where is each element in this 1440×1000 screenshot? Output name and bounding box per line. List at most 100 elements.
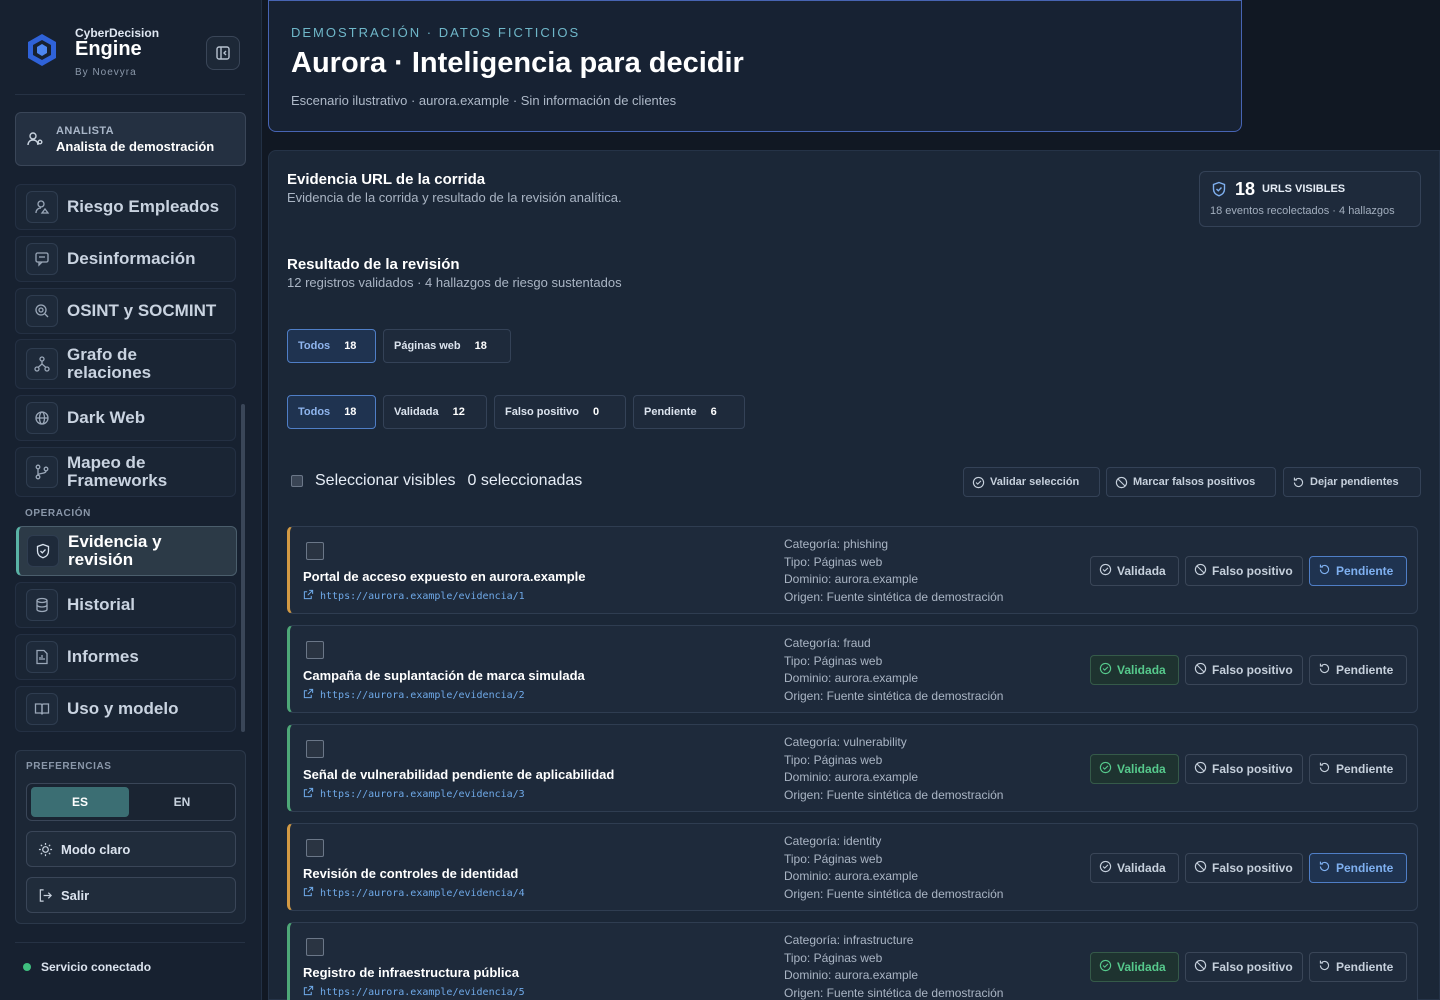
language-es-button[interactable]: ES <box>31 787 129 817</box>
external-link-icon <box>303 688 314 702</box>
false-positive-label: Falso positivo <box>1212 861 1293 875</box>
filter-label: Todos <box>298 340 331 352</box>
validate-selection-button[interactable]: Validar selección <box>963 467 1100 497</box>
sidebar-item-riesgo-empleados[interactable]: Riesgo Empleados <box>15 184 236 230</box>
search-zoom-icon <box>26 295 58 327</box>
sidebar-item-label: Historial <box>67 595 136 614</box>
sidebar-scrollbar[interactable] <box>241 404 245 732</box>
row-url-link[interactable]: https://aurora.example/evidencia/2 <box>303 688 525 702</box>
collapse-sidebar-button[interactable] <box>206 36 240 70</box>
evidence-row[interactable]: Campaña de suplantación de marca simulad… <box>287 625 1418 713</box>
sidebar-item-dark-web[interactable]: Dark Web <box>15 395 236 441</box>
row-url[interactable]: https://aurora.example/evidencia/2 <box>320 690 525 701</box>
row-url[interactable]: https://aurora.example/evidencia/5 <box>320 987 525 998</box>
light-mode-label: Modo claro <box>61 841 131 857</box>
row-pending-button[interactable]: Pendiente <box>1309 655 1407 685</box>
analyst-card[interactable]: ANALISTA Analista de demostración <box>15 112 246 166</box>
row-title: Registro de infraestructura pública <box>303 965 519 980</box>
row-validate-button[interactable]: Validada <box>1090 655 1179 685</box>
row-origin: Origen: Fuente sintética de demostración <box>784 689 1004 704</box>
row-title: Señal de vulnerabilidad pendiente de apl… <box>303 767 615 782</box>
report-icon <box>26 641 58 673</box>
status-filter-todos[interactable]: Todos 18 <box>287 395 376 429</box>
row-url-link[interactable]: https://aurora.example/evidencia/4 <box>303 886 525 900</box>
row-url-link[interactable]: https://aurora.example/evidencia/3 <box>303 787 525 801</box>
user-risk-icon <box>26 191 58 223</box>
row-false-positive-button[interactable]: Falso positivo <box>1185 556 1303 586</box>
page-eyebrow: DEMOSTRACIÓN · DATOS FICTICIOS <box>291 25 581 40</box>
row-url[interactable]: https://aurora.example/evidencia/4 <box>320 888 525 899</box>
row-domain: Dominio: aurora.example <box>784 869 919 884</box>
pending-label: Pendiente <box>1336 564 1394 578</box>
mark-false-positives-button[interactable]: Marcar falsos positivos <box>1106 467 1276 497</box>
sidebar-item-desinformacion[interactable]: Desinformación <box>15 236 236 282</box>
row-false-positive-button[interactable]: Falso positivo <box>1185 853 1303 883</box>
row-domain: Dominio: aurora.example <box>784 770 919 785</box>
row-false-positive-button[interactable]: Falso positivo <box>1185 754 1303 784</box>
row-url-link[interactable]: https://aurora.example/evidencia/1 <box>303 589 525 603</box>
sidebar-item-label: Dark Web <box>67 408 146 427</box>
row-pending-button[interactable]: Pendiente <box>1309 952 1407 982</box>
light-mode-button[interactable]: Modo claro <box>26 831 236 867</box>
leave-pending-button[interactable]: Dejar pendientes <box>1283 467 1421 497</box>
type-filter-todos[interactable]: Todos 18 <box>287 329 376 363</box>
row-validate-button[interactable]: Validada <box>1090 853 1179 883</box>
evidence-row[interactable]: Portal de acceso expuesto en aurora.exam… <box>287 526 1418 614</box>
logout-button[interactable]: Salir <box>26 877 236 913</box>
rotate-icon <box>1293 477 1304 487</box>
validate-label: Validada <box>1117 762 1166 776</box>
ban-icon <box>1194 563 1207 579</box>
language-en-button[interactable]: EN <box>133 787 231 817</box>
evidence-row[interactable]: Señal de vulnerabilidad pendiente de apl… <box>287 724 1418 812</box>
branch-icon <box>26 456 58 488</box>
row-validate-button[interactable]: Validada <box>1090 556 1179 586</box>
row-false-positive-button[interactable]: Falso positivo <box>1185 952 1303 982</box>
ban-icon <box>1115 476 1128 488</box>
row-url[interactable]: https://aurora.example/evidencia/3 <box>320 789 525 800</box>
row-checkbox[interactable] <box>306 740 324 758</box>
select-visible-checkbox[interactable] <box>291 475 303 487</box>
row-checkbox[interactable] <box>306 839 324 857</box>
row-url[interactable]: https://aurora.example/evidencia/1 <box>320 591 525 602</box>
filter-label: Falso positivo <box>505 406 579 418</box>
sidebar-item-informes[interactable]: Informes <box>15 634 236 680</box>
row-false-positive-button[interactable]: Falso positivo <box>1185 655 1303 685</box>
row-url-link[interactable]: https://aurora.example/evidencia/5 <box>303 985 525 999</box>
filter-count: 18 <box>344 340 357 352</box>
select-visible-label[interactable]: Seleccionar visibles <box>315 472 456 490</box>
sidebar-item-frameworks[interactable]: Mapeo de Frameworks <box>15 447 236 497</box>
check-circle-icon <box>1099 662 1112 678</box>
mark-false-positives-label: Marcar falsos positivos <box>1133 476 1256 488</box>
row-checkbox[interactable] <box>306 938 324 956</box>
false-positive-label: Falso positivo <box>1212 564 1293 578</box>
external-link-icon <box>303 787 314 801</box>
row-checkbox[interactable] <box>306 641 324 659</box>
row-pending-button[interactable]: Pendiente <box>1309 853 1407 883</box>
evidence-row[interactable]: Registro de infraestructura pública https… <box>287 922 1418 1000</box>
ban-icon <box>1194 662 1207 678</box>
evidence-row[interactable]: Revisión de controles de identidad https:… <box>287 823 1418 911</box>
row-pending-button[interactable]: Pendiente <box>1309 754 1407 784</box>
sidebar-item-grafo[interactable]: Grafo de relaciones <box>15 339 236 389</box>
status-filter-pendiente[interactable]: Pendiente 6 <box>633 395 745 429</box>
row-validate-button[interactable]: Validada <box>1090 952 1179 982</box>
sidebar-item-osint[interactable]: OSINT y SOCMINT <box>15 288 236 334</box>
language-toggle: ES EN <box>26 783 236 821</box>
sidebar-item-historial[interactable]: Historial <box>15 582 236 628</box>
filter-label: Validada <box>394 406 439 418</box>
graph-icon <box>26 348 58 380</box>
evidence-title: Evidencia URL de la corrida <box>287 171 486 188</box>
sidebar-item-uso-modelo[interactable]: Uso y modelo <box>15 686 236 732</box>
status-filter-validada[interactable]: Validada 12 <box>383 395 487 429</box>
check-circle-icon <box>1099 761 1112 777</box>
row-domain: Dominio: aurora.example <box>784 572 919 587</box>
status-filter-falso-positivo[interactable]: Falso positivo 0 <box>494 395 626 429</box>
row-checkbox[interactable] <box>306 542 324 560</box>
false-positive-label: Falso positivo <box>1212 762 1293 776</box>
row-pending-button[interactable]: Pendiente <box>1309 556 1407 586</box>
row-validate-button[interactable]: Validada <box>1090 754 1179 784</box>
evidence-subtitle: Evidencia de la corrida y resultado de l… <box>287 190 622 205</box>
visible-urls-subtitle: 18 eventos recolectados · 4 hallazgos <box>1210 205 1395 217</box>
type-filter-paginas-web[interactable]: Páginas web 18 <box>383 329 511 363</box>
sidebar-item-evidencia[interactable]: Evidencia y revisión <box>16 526 237 576</box>
